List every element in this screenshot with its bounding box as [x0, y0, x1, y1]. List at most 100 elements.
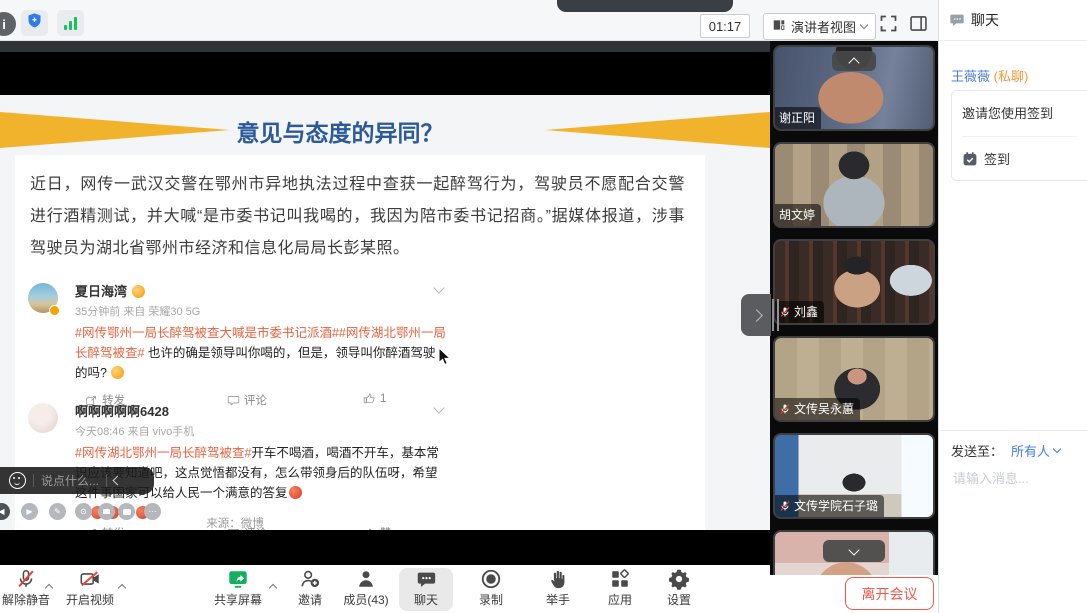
hashtag-link[interactable]: #网传湖北鄂州一局长醉驾被查# [75, 446, 251, 460]
participant-video-tile[interactable]: 文传吴永蕙 [773, 336, 935, 422]
repost-button[interactable]: 转发 [85, 525, 125, 530]
share-screen-icon [227, 568, 249, 590]
participant-video-tile[interactable] [773, 530, 935, 575]
post-author[interactable]: 啊啊啊啊啊6428 [75, 401, 447, 420]
thumbs-up-icon [363, 527, 376, 531]
slide-title: 意见与态度的异同？ [205, 114, 475, 148]
checkin-button[interactable]: 签到 [962, 149, 1077, 168]
send-to-dropdown[interactable]: 所有人 [1011, 441, 1060, 460]
mic-muted-icon [779, 306, 791, 318]
chat-bubble-icon [949, 12, 965, 28]
layout-icon [772, 18, 786, 35]
danmaku-placeholder[interactable]: 说点什么... [41, 472, 99, 489]
play-icon[interactable]: ▶ [21, 503, 38, 520]
strip-drag-grip[interactable] [772, 299, 779, 331]
share-screen-button[interactable]: 共享屏幕 [206, 568, 270, 611]
camera-off-icon [79, 568, 101, 590]
shield-plus-icon [26, 12, 43, 34]
view-mode-dropdown[interactable]: 演讲者视图 [763, 13, 876, 40]
fullscreen-icon [878, 13, 899, 34]
participant-video-tile[interactable]: 胡文婷 [773, 142, 935, 228]
post-meta: 今天08:46 来自 vivo手机 [75, 423, 447, 439]
participant-video-strip: 谢正阳 胡文婷 刘鑫 文传吴永蕙 文传学院石子璐 [770, 40, 938, 575]
avatar[interactable] [28, 403, 58, 433]
side-panel-button[interactable] [908, 13, 929, 34]
danmaku-input-bar[interactable]: 说点什么... [0, 467, 154, 494]
camera-icon[interactable] [98, 503, 115, 520]
chat-compose-area: 发送至： 所有人 [939, 430, 1087, 488]
invite-message: 邀请您使用签到 [962, 103, 1077, 122]
participant-name: 文传学院石子璐 [794, 497, 878, 514]
leave-meeting-button[interactable]: 离开会议 [845, 577, 934, 610]
chat-message-input[interactable] [951, 470, 1079, 487]
divider [106, 474, 107, 487]
security-shield-button[interactable] [21, 10, 48, 36]
emoji [132, 285, 145, 298]
record-button[interactable]: 录制 [459, 568, 523, 611]
post-author[interactable]: 夏日海湾 [75, 281, 447, 300]
side-panel-icon [908, 13, 929, 34]
network-quality-button[interactable] [57, 10, 84, 36]
focus-icon[interactable]: ⊙ [75, 503, 92, 520]
scroll-up-button[interactable] [832, 51, 876, 71]
divider [33, 474, 34, 487]
private-chat-tag: (私聊) [994, 69, 1029, 84]
repost-icon [85, 527, 98, 531]
yellow-banner-right [545, 112, 770, 148]
checkin-invite-card: 邀请您使用签到 签到 [951, 90, 1087, 181]
chat-icon [415, 568, 437, 590]
chat-button[interactable]: 聊天 [399, 568, 453, 611]
members-button[interactable]: 成员(43) [334, 568, 398, 611]
chat-header: 聊天 [939, 0, 1087, 41]
top-bar: i 01:17 演讲者视图 [0, 0, 938, 41]
chat-title: 聊天 [971, 10, 999, 30]
comment-bubble-icon[interactable] [118, 503, 135, 520]
mic-muted-icon [779, 500, 791, 512]
checkin-calendar-icon [962, 151, 978, 167]
more-icon[interactable]: ⋯ [144, 503, 161, 520]
participant-name: 刘鑫 [794, 303, 818, 320]
collapse-left-icon[interactable] [113, 476, 123, 486]
emoji [111, 366, 124, 379]
video-options-caret[interactable] [115, 579, 129, 593]
shared-window-chrome [0, 40, 770, 52]
presentation-slide: 意见与态度的异同？ 近日，网传一武汉交警在鄂州市异地执法过程中查获一起醉驾行为，… [0, 95, 770, 530]
chat-panel: 聊天 王薇薇 (私聊) 邀请您使用签到 签到 发送至： 所有人 [938, 0, 1087, 613]
fullscreen-button[interactable] [878, 13, 899, 34]
mic-muted-icon [15, 568, 37, 590]
slide-body-text: 近日，网传一武汉交警在鄂州市异地执法过程中查获一起醉驾行为，驾驶员不愿配合交警进… [30, 169, 685, 265]
settings-button[interactable]: 设置 [647, 568, 711, 611]
participant-video-tile[interactable]: 刘鑫 [773, 239, 935, 325]
raise-hand-icon [547, 568, 569, 590]
post-source: 来源：微博 [155, 515, 315, 530]
mic-options-caret[interactable] [42, 579, 56, 593]
like-button[interactable]: 赞 [363, 525, 392, 530]
shared-screen-region: 意见与态度的异同？ 近日，网传一武汉交警在鄂州市异地执法过程中查获一起醉驾行为，… [0, 40, 770, 565]
verified-badge [49, 305, 60, 316]
smiley-icon[interactable] [9, 472, 26, 489]
collapsed-meeting-controls-tab[interactable] [557, 0, 733, 12]
apps-icon [609, 568, 631, 590]
scroll-down-button[interactable] [823, 540, 885, 562]
back-icon[interactable]: ◀ [0, 503, 10, 520]
apps-button[interactable]: 应用 [588, 568, 652, 611]
mouse-cursor [438, 347, 451, 366]
post-content: #网传鄂州一局长醉驾被查大喊是市委书记派酒##网传湖北鄂州一局长醉驾被查# 也许… [75, 323, 447, 383]
pencil-icon[interactable]: ✎ [49, 503, 66, 520]
settings-icon [668, 568, 690, 590]
meeting-timer: 01:17 [700, 14, 750, 38]
info-icon[interactable]: i [0, 12, 16, 36]
invite-button[interactable]: 邀请 [278, 568, 342, 611]
record-icon [480, 568, 502, 590]
participant-video-tile[interactable]: 文传学院石子璐 [773, 433, 935, 519]
sender-name[interactable]: 王薇薇 [951, 69, 990, 84]
strip-collapse-handle[interactable] [741, 294, 771, 336]
participant-name: 文传吴永蕙 [794, 400, 854, 417]
participant-video-tile[interactable]: 谢正阳 [773, 45, 935, 131]
yellow-banner-left [0, 112, 230, 148]
start-video-button[interactable]: 开启视频 [58, 568, 122, 611]
mic-muted-icon [779, 403, 791, 415]
divider [962, 136, 1077, 137]
raise-hand-button[interactable]: 举手 [526, 568, 590, 611]
meeting-app-window: i 01:17 演讲者视图 [0, 0, 1087, 613]
